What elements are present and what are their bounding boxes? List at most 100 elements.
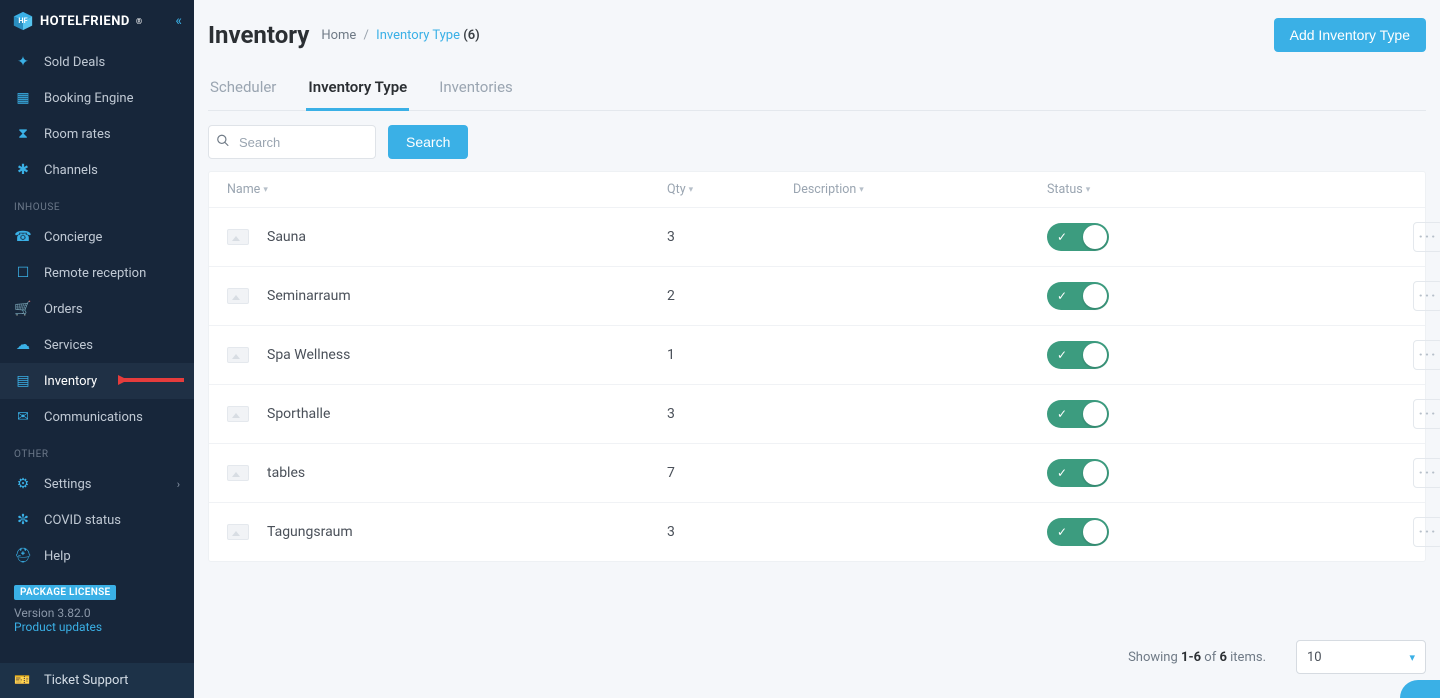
cell-qty: 3 xyxy=(667,406,793,422)
cell-status: ✓ xyxy=(1047,459,1387,487)
toggle-knob xyxy=(1083,284,1107,308)
check-icon: ✓ xyxy=(1057,525,1067,539)
orders-icon: 🛒 xyxy=(14,300,32,318)
version-text: Version 3.82.0 xyxy=(14,606,180,620)
row-actions-button[interactable]: ··· xyxy=(1413,222,1440,252)
search-input[interactable] xyxy=(208,125,376,159)
row-actions-button[interactable]: ··· xyxy=(1413,517,1440,547)
row-actions-button[interactable]: ··· xyxy=(1413,458,1440,488)
sidebar-item-covid-status[interactable]: ✼ COVID status xyxy=(0,502,194,538)
table-header: Name▾ Qty▾ Description▾ Status▾ xyxy=(209,172,1425,208)
check-icon: ✓ xyxy=(1057,230,1067,244)
ticket-support-button[interactable]: 🎫 Ticket Support xyxy=(0,663,194,698)
sidebar-item-settings[interactable]: ⚙Settings› xyxy=(0,466,194,502)
row-name: Sporthalle xyxy=(267,406,330,422)
thumbnail-icon xyxy=(227,229,249,245)
room-rates-icon: ⧗ xyxy=(14,125,32,143)
col-status[interactable]: Status▾ xyxy=(1047,182,1387,197)
help-icon: ⛑ xyxy=(14,547,32,565)
sidebar-item-services[interactable]: ☁Services xyxy=(0,327,194,363)
cell-qty: 3 xyxy=(667,524,793,540)
check-icon: ✓ xyxy=(1057,466,1067,480)
table-footer: Showing 1-6 of 6 items. 10 ▾ xyxy=(1128,640,1426,674)
tab-inventories[interactable]: Inventories xyxy=(437,78,515,111)
sidebar-item-label: Inventory xyxy=(44,374,97,389)
status-toggle[interactable]: ✓ xyxy=(1047,282,1109,310)
covid-status-icon: ✼ xyxy=(14,511,32,529)
cell-name: Sauna xyxy=(227,229,667,245)
cell-qty: 7 xyxy=(667,465,793,481)
sidebar-item-label: Services xyxy=(44,338,93,353)
sidebar-footer: PACKAGE LICENSE Version 3.82.0 Product u… xyxy=(0,574,194,634)
status-toggle[interactable]: ✓ xyxy=(1047,223,1109,251)
col-name[interactable]: Name▾ xyxy=(227,182,667,197)
sidebar: HF HOTELFRIEND® « ✦Sold Deals▦Booking En… xyxy=(0,0,194,698)
toggle-knob xyxy=(1083,225,1107,249)
collapse-sidebar-icon[interactable]: « xyxy=(175,13,182,29)
tab-scheduler[interactable]: Scheduler xyxy=(208,78,278,111)
sidebar-item-communications[interactable]: ✉Communications xyxy=(0,399,194,435)
cell-qty: 2 xyxy=(667,288,793,304)
sidebar-item-label: COVID status xyxy=(44,513,121,528)
sidebar-item-booking-engine[interactable]: ▦Booking Engine xyxy=(0,80,194,116)
status-toggle[interactable]: ✓ xyxy=(1047,341,1109,369)
sold-deals-icon: ✦ xyxy=(14,53,32,71)
col-description[interactable]: Description▾ xyxy=(793,182,1047,197)
status-toggle[interactable]: ✓ xyxy=(1047,518,1109,546)
showing-text: Showing 1-6 of 6 items. xyxy=(1128,650,1266,665)
cell-name: Spa Wellness xyxy=(227,347,667,363)
settings-icon: ⚙ xyxy=(14,475,32,493)
communications-icon: ✉ xyxy=(14,408,32,426)
search-button[interactable]: Search xyxy=(388,125,468,159)
sidebar-item-help[interactable]: ⛑Help xyxy=(0,538,194,574)
row-actions-button[interactable]: ··· xyxy=(1413,399,1440,429)
logo-icon: HF xyxy=(12,10,34,32)
page-size-select[interactable]: 10 ▾ xyxy=(1296,640,1426,674)
sidebar-item-sold-deals[interactable]: ✦Sold Deals xyxy=(0,44,194,80)
sidebar-item-label: Concierge xyxy=(44,230,102,245)
row-actions-button[interactable]: ··· xyxy=(1413,281,1440,311)
status-toggle[interactable]: ✓ xyxy=(1047,459,1109,487)
row-name: tables xyxy=(267,465,305,481)
thumbnail-icon xyxy=(227,288,249,304)
sidebar-item-channels[interactable]: ✱Channels xyxy=(0,152,194,188)
row-actions-button[interactable]: ··· xyxy=(1413,340,1440,370)
table-row: Sauna3✓··· xyxy=(209,208,1425,267)
cell-name: tables xyxy=(227,465,667,481)
breadcrumb-home[interactable]: Home xyxy=(321,28,356,43)
tabs: Scheduler Inventory Type Inventories xyxy=(208,78,1426,111)
sidebar-item-label: Settings xyxy=(44,477,91,492)
sort-caret-icon: ▾ xyxy=(263,185,268,195)
section-inhouse: INHOUSE xyxy=(0,188,194,219)
check-icon: ✓ xyxy=(1057,348,1067,362)
sidebar-item-remote-reception[interactable]: ☐Remote reception xyxy=(0,255,194,291)
sidebar-item-room-rates[interactable]: ⧗Room rates xyxy=(0,116,194,152)
booking-engine-icon: ▦ xyxy=(14,89,32,107)
inventory-icon: ▤ xyxy=(14,372,32,390)
breadcrumb-current[interactable]: Inventory Type xyxy=(376,28,460,43)
chat-widget-peek[interactable] xyxy=(1400,680,1440,698)
row-name: Seminarraum xyxy=(267,288,351,304)
col-qty[interactable]: Qty▾ xyxy=(667,182,793,197)
sidebar-item-label: Remote reception xyxy=(44,266,146,281)
cell-name: Seminarraum xyxy=(227,288,667,304)
cell-name: Tagungsraum xyxy=(227,524,667,540)
product-updates-link[interactable]: Product updates xyxy=(14,620,180,634)
status-toggle[interactable]: ✓ xyxy=(1047,400,1109,428)
section-other: OTHER xyxy=(0,435,194,466)
inventory-table: Name▾ Qty▾ Description▾ Status▾ Sauna3✓·… xyxy=(208,171,1426,562)
sidebar-item-orders[interactable]: 🛒Orders xyxy=(0,291,194,327)
table-row: Seminarraum2✓··· xyxy=(209,267,1425,326)
add-inventory-type-button[interactable]: Add Inventory Type xyxy=(1274,18,1426,52)
sidebar-item-concierge[interactable]: ☎Concierge xyxy=(0,219,194,255)
thumbnail-icon xyxy=(227,406,249,422)
toggle-knob xyxy=(1083,402,1107,426)
cell-qty: 3 xyxy=(667,229,793,245)
ticket-icon: 🎫 xyxy=(14,673,32,688)
table-row: tables7✓··· xyxy=(209,444,1425,503)
table-row: Tagungsraum3✓··· xyxy=(209,503,1425,561)
breadcrumb-sep: / xyxy=(360,28,373,43)
sidebar-item-inventory[interactable]: ▤ Inventory xyxy=(0,363,194,399)
tab-inventory-type[interactable]: Inventory Type xyxy=(306,78,409,111)
row-name: Spa Wellness xyxy=(267,347,350,363)
